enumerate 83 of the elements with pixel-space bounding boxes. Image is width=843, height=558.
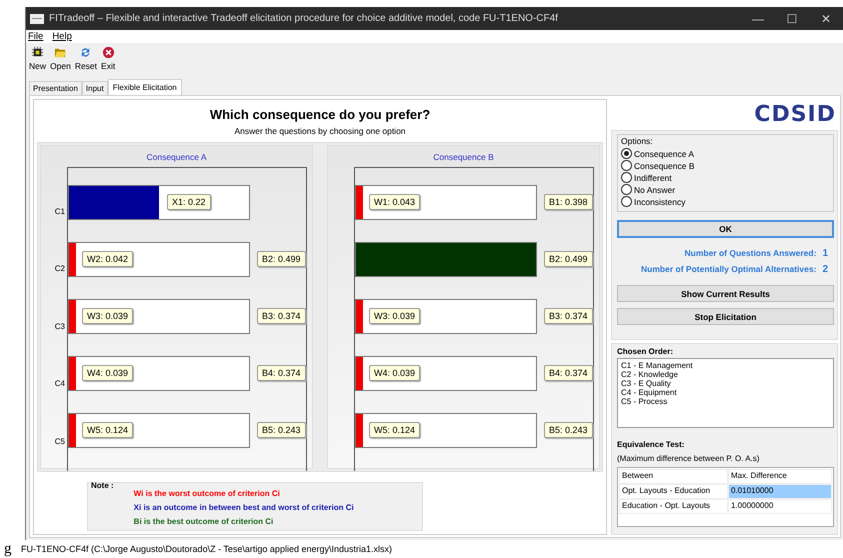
value-tag: W3: 0.039 — [82, 308, 134, 324]
stray-glyph: g — [3, 540, 12, 558]
radio-option[interactable]: Inconsistency — [621, 196, 829, 207]
radio-option[interactable]: Consequence B — [621, 160, 829, 171]
value-tag: B3: 0.374 — [257, 308, 306, 324]
column-header: Max. Difference — [728, 469, 832, 484]
note-title: Note : — [91, 481, 114, 492]
close-icon — [102, 46, 115, 59]
value-tag: B4: 0.374 — [544, 365, 593, 381]
value-tag: B3: 0.374 — [544, 308, 593, 324]
action-button[interactable]: Stop Elicitation — [617, 308, 834, 325]
note-line: Xi is an outcome in between best and worst of criterion Ci — [134, 503, 354, 512]
chart-title: Consequence A — [145, 152, 208, 162]
section-subtitle: (Maximum difference between P. O. A.s) — [617, 454, 760, 463]
count-value: 1 — [822, 248, 828, 259]
value-tag: B2: 0.499 — [544, 251, 593, 267]
list-item[interactable]: C4 - Equipment — [621, 388, 830, 397]
value-tag: W5: 0.124 — [369, 422, 420, 438]
table-cell: 1.00000000 — [728, 499, 832, 514]
value-tag: W2: 0.042 — [82, 251, 134, 267]
menu-item[interactable]: File — [28, 31, 44, 42]
toolbar-button[interactable]: Reset — [72, 46, 100, 75]
value-tag: W5: 0.124 — [82, 422, 134, 438]
chart-title: Consequence B — [432, 152, 495, 162]
note-line: Wi is the worst outcome of criterion Ci — [134, 489, 281, 498]
menu-item[interactable]: Help — [52, 31, 72, 42]
group-title: Options: — [621, 136, 654, 146]
radio-option[interactable]: Indifferent — [621, 172, 829, 183]
folder-icon — [54, 46, 67, 59]
ok-button[interactable]: OK — [617, 220, 834, 238]
list-item[interactable]: C2 - Knowledge — [621, 370, 830, 379]
value-tag: B5: 0.243 — [257, 422, 306, 438]
radio-button[interactable] — [621, 172, 632, 183]
table-cell: Opt. Layouts - Education — [619, 484, 728, 499]
section-title: Equivalence Test: — [617, 440, 686, 449]
axis-label: C1 — [54, 206, 65, 218]
note-line: Bi is the best outcome of criterion Ci — [134, 517, 274, 526]
tab[interactable]: Flexible Elicitation — [108, 79, 182, 95]
status-text: FU-T1ENO-CF4f (C:\Jorge Augusto\Doutorado\Z - Tese\artigo applied energy\Industria1.xlsx) — [21, 544, 392, 554]
close-button[interactable]: ✕ — [809, 12, 843, 26]
question-title: Which consequence do you prefer? — [210, 107, 430, 122]
app-icon — [30, 14, 44, 24]
tab[interactable]: Input — [82, 81, 108, 95]
toolbar-button[interactable]: New — [27, 46, 48, 75]
list-item[interactable]: C3 - E Quality — [621, 379, 830, 388]
value-tag: B4: 0.374 — [257, 365, 306, 381]
value-tag: W4: 0.039 — [82, 365, 134, 381]
value-tag: X1: 0.22 — [167, 194, 211, 210]
axis-label: C3 — [54, 320, 65, 333]
value-tag: W4: 0.039 — [369, 365, 420, 381]
chip-icon — [31, 46, 44, 59]
action-button[interactable]: Show Current Results — [617, 285, 834, 302]
logo: CDSID — [754, 102, 836, 127]
toolbar-button[interactable]: Exit — [99, 46, 118, 75]
minimize-button[interactable]: — — [741, 12, 775, 26]
radio-button[interactable] — [621, 184, 632, 195]
radio-button[interactable] — [621, 196, 632, 207]
tab[interactable]: Presentation — [29, 81, 82, 95]
axis-label: C4 — [54, 378, 65, 390]
count-label: Number of Potentially Optimal Alternatives: — [641, 264, 816, 275]
value-tag: B2: 0.499 — [257, 251, 306, 267]
radio-button[interactable] — [621, 160, 632, 171]
question-subtitle: Answer the questions by choosing one option — [234, 126, 406, 136]
list-item[interactable]: C1 - E Management — [621, 361, 830, 370]
table-cell: Education - Opt. Layouts — [619, 499, 728, 514]
list-item[interactable]: C5 - Process — [621, 397, 830, 406]
toolbar-button[interactable]: Open — [48, 46, 73, 75]
radio-option[interactable]: No Answer — [621, 184, 829, 195]
column-header: Between — [619, 469, 728, 484]
value-tag: B1: 0.398 — [544, 194, 593, 210]
radio-option[interactable]: Consequence A — [621, 148, 829, 159]
window-title: FITradeoff – Flexible and interactive Tradeoff elicitation procedure for choice additive model, code FU-T1ENO-CF4f — [49, 13, 559, 24]
count-label: Number of Questions Answered: — [684, 248, 816, 259]
axis-label: C5 — [54, 436, 65, 448]
count-value: 2 — [822, 264, 828, 275]
table-cell: 0.01010000 — [728, 484, 832, 499]
value-tag: B5: 0.243 — [544, 422, 593, 438]
maximize-button[interactable]: ☐ — [775, 12, 809, 26]
axis-label: C2 — [54, 263, 65, 276]
radio-button[interactable] — [621, 148, 632, 159]
section-title: Chosen Order: — [617, 347, 674, 356]
value-tag: W3: 0.039 — [369, 308, 420, 324]
value-tag: W1: 0.043 — [369, 194, 420, 210]
